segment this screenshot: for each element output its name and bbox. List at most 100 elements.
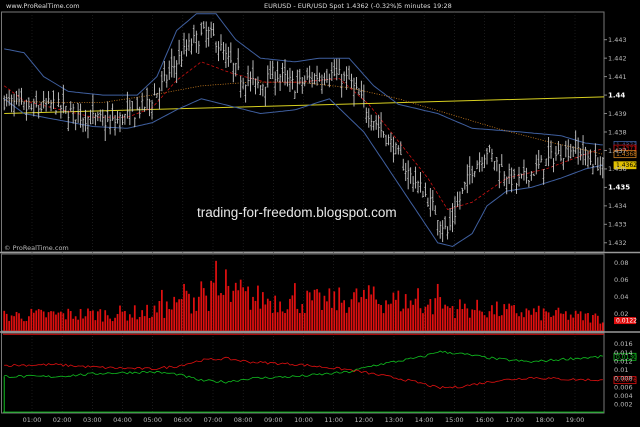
volume-bar xyxy=(345,312,348,331)
volume-bar xyxy=(161,289,163,331)
x-tick-label: 11:00 xyxy=(324,416,343,424)
volume-bar xyxy=(298,313,301,331)
volume-bar xyxy=(601,322,604,331)
volume-bar xyxy=(530,314,533,331)
volume-bar xyxy=(50,311,52,331)
volume-bar xyxy=(261,292,264,331)
volume-bar xyxy=(308,292,311,331)
volume-bar xyxy=(488,311,491,331)
volume-bar xyxy=(427,304,429,331)
price-tick-label: 1.439 xyxy=(608,110,627,118)
volume-bar xyxy=(94,320,97,331)
volume-bar xyxy=(74,316,77,331)
volume-bar xyxy=(35,310,38,331)
volume-bar xyxy=(57,312,60,331)
volume-bar xyxy=(459,299,461,331)
volume-bar xyxy=(217,295,220,331)
volume-bar xyxy=(28,316,30,331)
x-tick-label: 13:00 xyxy=(385,416,404,424)
x-tick-label: 19:00 xyxy=(566,416,585,424)
volume-bar xyxy=(375,299,378,331)
volume-bar xyxy=(311,300,313,331)
volume-bar xyxy=(25,320,28,331)
volume-bar xyxy=(247,286,249,331)
volume-bar xyxy=(215,260,217,331)
volume-bar xyxy=(148,318,151,331)
volume-tick-label: 0.02 xyxy=(614,310,628,318)
volume-bar xyxy=(5,313,8,331)
volume-bar xyxy=(286,309,289,331)
volume-bar xyxy=(266,298,269,331)
volume-bar xyxy=(205,295,208,331)
volume-bar xyxy=(390,303,392,331)
volume-bar xyxy=(114,317,116,331)
volume-bar xyxy=(294,283,296,331)
price-tick-label: 1.437 xyxy=(608,147,627,155)
volume-bar xyxy=(562,313,565,331)
quote-readout: 1.4362 (-0.32%) xyxy=(346,2,399,10)
chart: 1.43731.43711.43681.4362 0.0122 0.01300.… xyxy=(0,2,640,424)
oscillator-tick-label: 0.006 xyxy=(614,383,633,391)
watermark: trading-for-freedom.blogspot.com xyxy=(197,205,397,220)
volume-bar xyxy=(392,292,395,331)
volume-bar xyxy=(382,313,385,331)
volume-bar xyxy=(279,301,281,331)
volume-bar xyxy=(136,319,139,331)
volume-bar xyxy=(274,295,277,331)
volume-bar xyxy=(200,281,203,331)
x-tick-label: 16:00 xyxy=(475,416,494,424)
volume-bar xyxy=(271,312,274,331)
volume-bar xyxy=(42,311,45,331)
volume-bar xyxy=(387,304,390,331)
volume-bar xyxy=(444,304,446,331)
volume-bar xyxy=(119,305,121,331)
volume-tick-label: 0.08 xyxy=(614,259,628,267)
volume-bar xyxy=(569,314,572,331)
volume-bar xyxy=(237,290,240,331)
volume-bar xyxy=(158,301,161,331)
price-tick-label: 1.433 xyxy=(608,221,627,229)
x-tick-label: 08:00 xyxy=(234,416,253,424)
volume-bar xyxy=(15,311,18,331)
volume-bar xyxy=(505,309,508,331)
volume-bar xyxy=(414,298,417,331)
volume-bar xyxy=(195,310,198,331)
oscillator-tick-label: 0.004 xyxy=(614,392,633,400)
volume-bar xyxy=(362,289,365,331)
volume-tick-label: 0.06 xyxy=(614,276,628,284)
volume-bar xyxy=(168,309,171,331)
volume-bar xyxy=(170,309,173,331)
volume-bar xyxy=(242,287,245,331)
volume-tick-label: 0.04 xyxy=(614,293,628,301)
volume-bar xyxy=(62,313,65,331)
volume-bar xyxy=(138,316,141,331)
x-tick-label: 04:00 xyxy=(113,416,132,424)
volume-bar xyxy=(439,297,442,331)
volume-bar xyxy=(463,303,466,331)
volume-bar xyxy=(202,288,205,331)
volume-bar xyxy=(456,309,459,331)
volume-bar xyxy=(146,304,148,331)
volume-bar xyxy=(79,308,82,331)
oscillator-tick-label: 0.01 xyxy=(614,366,628,374)
volume-bar xyxy=(244,291,247,331)
volume-bar xyxy=(326,301,328,331)
volume-bar xyxy=(84,316,87,331)
volume-bar xyxy=(493,314,496,331)
interval-label: 5 minutes xyxy=(398,2,431,10)
volume-bar xyxy=(476,299,479,331)
volume-bar xyxy=(503,304,506,331)
volume-bar xyxy=(582,320,584,331)
volume-bar xyxy=(151,316,153,331)
volume-bar xyxy=(520,312,523,331)
volume-bar xyxy=(82,318,84,331)
trendline xyxy=(4,96,605,115)
x-tick-label: 17:00 xyxy=(505,416,524,424)
volume-bar xyxy=(404,294,407,331)
volume-bar xyxy=(281,311,284,331)
volume-bar xyxy=(431,314,434,331)
volume-bar xyxy=(193,297,195,331)
price-tick-label: 1.434 xyxy=(608,202,627,210)
volume-bar xyxy=(259,308,262,331)
volume-bar xyxy=(370,294,373,331)
